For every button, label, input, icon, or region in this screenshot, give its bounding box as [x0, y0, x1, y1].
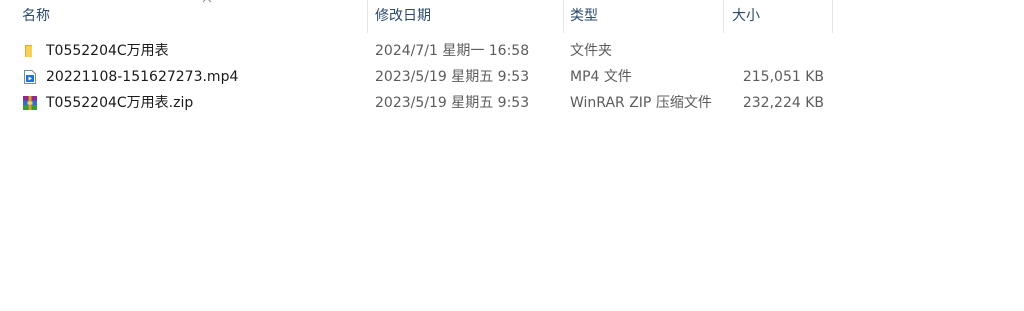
file-list: T0552204C万用表 2024/7/1 星期一 16:58 文件夹 2022… — [0, 38, 1024, 116]
column-header-type[interactable]: 类型 — [564, 0, 724, 33]
file-row[interactable]: T0552204C万用表.zip 2023/5/19 星期五 9:53 WinR… — [0, 90, 1024, 116]
file-name-cell: T0552204C万用表.zip — [22, 90, 193, 116]
sort-ascending-icon — [202, 0, 212, 3]
file-name: 20221108-151627273.mp4 — [46, 69, 239, 85]
file-modified: 2023/5/19 星期五 9:53 — [375, 95, 530, 111]
file-size — [725, 38, 824, 64]
file-name: T0552204C万用表.zip — [46, 95, 194, 111]
column-header-size-label: 大小 — [732, 8, 760, 24]
file-type: MP4 文件 — [570, 69, 632, 85]
file-modified: 2024/7/1 星期一 16:58 — [375, 43, 530, 59]
column-header-modified[interactable]: 修改日期 — [369, 0, 564, 33]
file-row[interactable]: T0552204C万用表 2024/7/1 星期一 16:58 文件夹 — [0, 38, 1024, 64]
file-type: 文件夹 — [570, 43, 612, 59]
column-header-name[interactable]: 名称 — [16, 0, 368, 33]
folder-icon — [25, 45, 32, 57]
column-header-name-label: 名称 — [22, 8, 50, 24]
file-row[interactable]: 20221108-151627273.mp4 2023/5/19 星期五 9:5… — [0, 64, 1024, 90]
winrar-archive-icon — [23, 96, 37, 110]
file-name: T0552204C万用表 — [46, 43, 169, 59]
file-type: WinRAR ZIP 压缩文件 — [570, 95, 712, 111]
video-file-icon — [24, 70, 36, 84]
column-header-modified-label: 修改日期 — [375, 8, 431, 24]
column-header-size[interactable]: 大小 — [726, 0, 833, 33]
file-name-cell: 20221108-151627273.mp4 — [22, 64, 238, 90]
column-header-type-label: 类型 — [570, 8, 598, 24]
file-size: 232,224 KB — [742, 95, 824, 111]
file-modified: 2023/5/19 星期五 9:53 — [375, 69, 530, 85]
column-header-bar: 名称 修改日期 类型 大小 — [0, 0, 1024, 33]
file-name-cell: T0552204C万用表 — [22, 38, 169, 64]
file-size: 215,051 KB — [742, 69, 824, 85]
